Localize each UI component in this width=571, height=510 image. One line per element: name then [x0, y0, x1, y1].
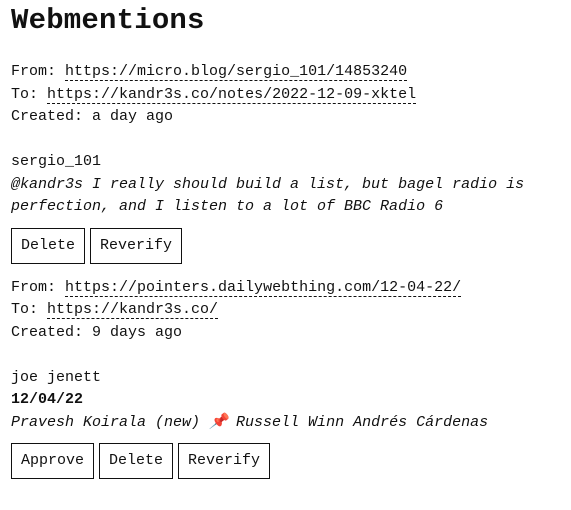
created-row: Created: 9 days ago	[11, 322, 561, 345]
mention-date: 12/04/22	[11, 391, 84, 408]
action-bar: Delete Reverify	[11, 227, 561, 264]
pushpin-icon: 📌	[209, 413, 228, 431]
delete-button[interactable]: Delete	[99, 443, 174, 479]
created-label: Created:	[11, 323, 84, 341]
created-row: Created: a day ago	[11, 106, 561, 129]
author-name: joe jenett	[11, 368, 102, 386]
from-row: From: https://micro.blog/sergio_101/1485…	[11, 61, 561, 84]
webmentions-page: Webmentions From: https://micro.blog/ser…	[11, 0, 561, 479]
action-bar: Approve Delete Reverify	[11, 443, 561, 479]
target-link[interactable]: https://kandr3s.co/notes/2022-12-09-xkte…	[47, 85, 417, 104]
source-link[interactable]: https://micro.blog/sergio_101/14853240	[65, 63, 408, 81]
to-row: To: https://kandr3s.co/notes/2022-12-09-…	[11, 84, 561, 107]
mention-content-line: @kandr3s I really should build a list, b…	[11, 175, 525, 193]
author-name: sergio_101	[11, 153, 102, 170]
webmention-item: From: https://micro.blog/sergio_101/1485…	[11, 61, 561, 264]
mention-content-line: Pravesh Koirala (new) 📌 Russell Winn And…	[11, 412, 561, 435]
mention-content-line: perfection, and I listen to a lot of BBC…	[11, 198, 444, 215]
created-value: 9 days ago	[92, 323, 183, 341]
to-label: To:	[11, 85, 39, 103]
delete-button[interactable]: Delete	[11, 227, 86, 264]
target-link[interactable]: https://kandr3s.co/	[47, 301, 219, 319]
content-text: Pravesh Koirala (new)	[11, 413, 210, 431]
content-text: Russell Winn Andrés Cárdenas	[227, 413, 489, 431]
source-link[interactable]: https://pointers.dailywebthing.com/12-04…	[65, 278, 462, 297]
webmention-item: From: https://pointers.dailywebthing.com…	[11, 277, 561, 479]
from-row: From: https://pointers.dailywebthing.com…	[11, 277, 561, 300]
to-row: To: https://kandr3s.co/	[11, 299, 561, 322]
reverify-button[interactable]: Reverify	[178, 443, 271, 479]
from-label: From:	[11, 278, 57, 296]
created-value: a day ago	[92, 108, 174, 125]
created-label: Created:	[11, 108, 84, 125]
page-title: Webmentions	[11, 4, 205, 37]
reverify-button[interactable]: Reverify	[90, 227, 183, 264]
approve-button[interactable]: Approve	[11, 443, 95, 479]
from-label: From:	[11, 63, 57, 80]
to-label: To:	[11, 301, 39, 318]
